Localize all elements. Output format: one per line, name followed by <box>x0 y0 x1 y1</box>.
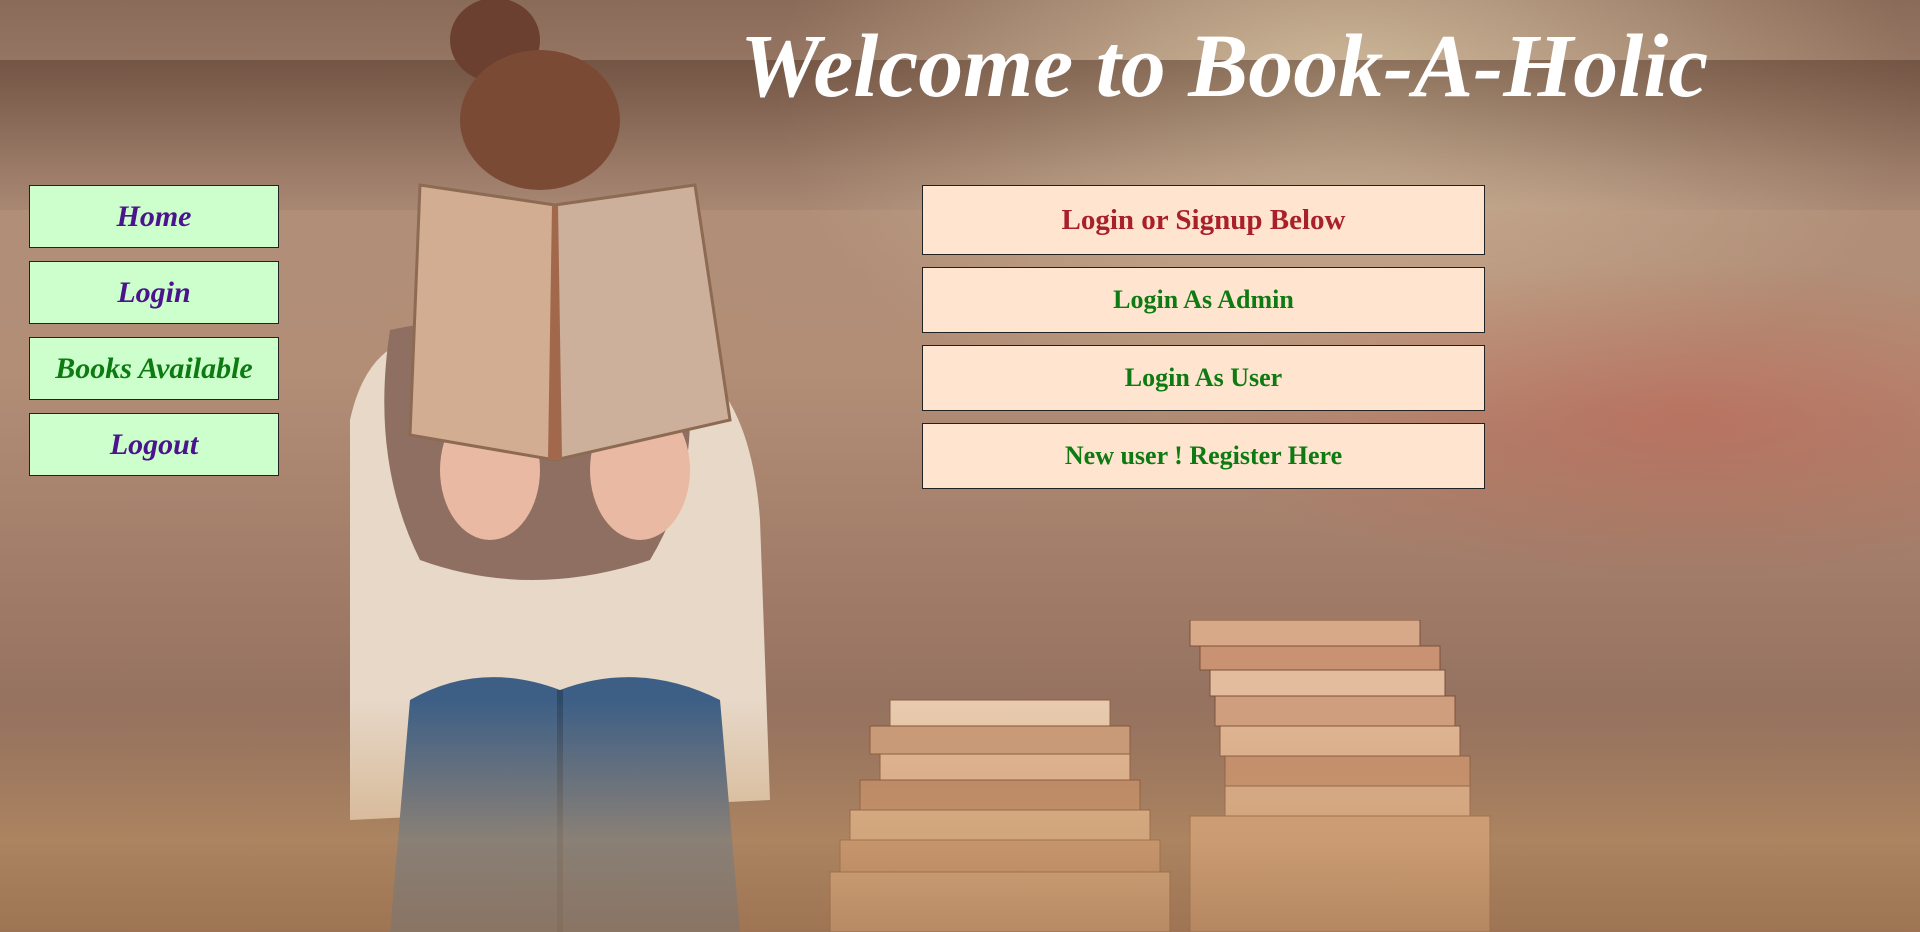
page-title: Welcome to Book-A-Holic <box>740 17 1709 116</box>
register-button[interactable]: New user ! Register Here <box>922 423 1485 489</box>
sidebar-item-logout[interactable]: Logout <box>29 413 279 476</box>
login-as-user-button[interactable]: Login As User <box>922 345 1485 411</box>
book-stacks-illustration <box>829 620 1491 932</box>
sidebar-item-books-available[interactable]: Books Available <box>29 337 279 400</box>
page: Welcome to Book-A-Holic Home Login Books… <box>0 0 1920 932</box>
sidebar-item-login[interactable]: Login <box>29 261 279 324</box>
login-panel: Login or Signup Below Login As Admin Log… <box>922 185 1485 501</box>
sidebar-item-home[interactable]: Home <box>29 185 279 248</box>
reading-woman-illustration <box>350 0 770 932</box>
background-grass <box>0 700 1920 932</box>
login-as-admin-button[interactable]: Login As Admin <box>922 267 1485 333</box>
sidebar-nav: Home Login Books Available Logout <box>29 185 279 489</box>
login-panel-heading: Login or Signup Below <box>922 185 1485 255</box>
